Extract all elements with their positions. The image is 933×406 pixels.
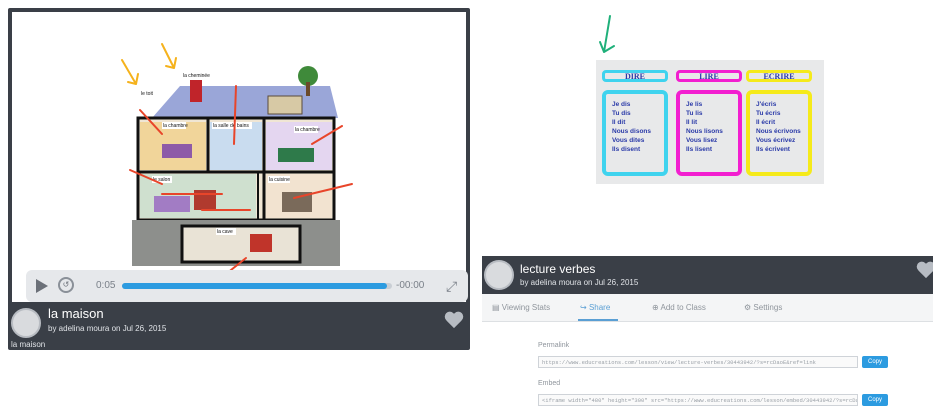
- current-time: 0:05: [96, 280, 116, 291]
- column-lire: LIRE Je lis Tu lis Il lit Nous lisons Vo…: [676, 70, 742, 176]
- lesson-title[interactable]: la maison: [48, 306, 104, 321]
- verb-line: Il lit: [686, 119, 698, 126]
- label-le-toit: le toit: [141, 91, 154, 97]
- lesson-byline: by adelina moura on Jul 26, 2015: [520, 278, 639, 287]
- verb-line: Tu lis: [686, 110, 703, 117]
- lesson-title[interactable]: lecture verbes: [520, 262, 595, 276]
- column-dire: DIRE Je dis Tu dis Il dit Nous disons Vo…: [602, 70, 668, 176]
- verb-line: Nous lisons: [686, 128, 723, 135]
- embed-field[interactable]: <iframe width="480" height="300" src="ht…: [538, 394, 858, 406]
- lesson-header: lecture verbes by adelina moura on Jul 2…: [482, 256, 933, 294]
- label-la-cuisine: la cuisine: [269, 177, 290, 183]
- fullscreen-icon[interactable]: ⤢: [446, 278, 457, 295]
- lesson-info: la maison by adelina moura on Jul 26, 20…: [8, 302, 470, 350]
- lesson-canvas: le toit la cheminée la chambre la salle …: [12, 12, 468, 302]
- verb-line: Tu écris: [756, 110, 781, 117]
- play-icon[interactable]: [36, 279, 48, 293]
- verb-line: Je dis: [612, 101, 631, 108]
- tab-share[interactable]: ↪ Share: [580, 303, 610, 312]
- head-dire: DIRE: [602, 70, 668, 82]
- permalink-field[interactable]: https://www.educreations.com/lesson/view…: [538, 356, 858, 368]
- verb-line: Je lis: [686, 101, 703, 108]
- lesson-card-lecture-verbes: lecture verbes by adelina moura on Jul 2…: [482, 256, 933, 406]
- verb-line: Tu dis: [612, 110, 631, 117]
- verb-line: Ils disent: [612, 146, 641, 153]
- verb-line: Vous lisez: [686, 137, 718, 144]
- roof-terrace: [267, 95, 303, 115]
- heart-icon[interactable]: [916, 262, 933, 280]
- avatar[interactable]: [484, 260, 514, 290]
- label-la-cave: la cave: [217, 229, 233, 235]
- green-arrow: [599, 15, 615, 53]
- head-ecrire: ECRIRE: [746, 70, 812, 82]
- copy-permalink-button[interactable]: Copy: [862, 356, 888, 368]
- heart-icon[interactable]: [444, 312, 464, 330]
- verb-line: Vous écrivez: [756, 137, 796, 144]
- lesson-byline: by adelina moura on Jul 26, 2015: [48, 324, 167, 333]
- verb-line: Ils lisent: [686, 146, 713, 153]
- progress-fill: [122, 283, 387, 289]
- column-ecrire: ECRIRE J'écris Tu écris Il écrit Nous éc…: [746, 70, 812, 176]
- verb-line: Il écrit: [756, 119, 776, 126]
- verb-line: Ils écrivent: [756, 146, 790, 153]
- lesson-card-la-maison: le toit la cheminée la chambre la salle …: [8, 8, 470, 350]
- rewind-icon[interactable]: ↺: [58, 277, 74, 293]
- label-salle-de-bains: la salle de bains: [213, 123, 249, 129]
- label-la-chambre-1: la chambre: [163, 123, 188, 129]
- chimney: [190, 80, 202, 102]
- tab-add-to-class[interactable]: ⊕ Add to Class: [652, 303, 706, 312]
- screenshot-root: le toit la cheminée la chambre la salle …: [0, 0, 933, 406]
- tab-settings[interactable]: ⚙ Settings: [744, 303, 782, 312]
- lesson-caption: la maison: [11, 340, 46, 349]
- tab-viewing-stats[interactable]: ▤ Viewing Stats: [492, 303, 550, 312]
- verb-line: Nous écrivons: [756, 128, 801, 135]
- label-la-cheminee: la cheminée: [183, 73, 210, 79]
- lesson-tabs: ▤ Viewing Stats ↪ Share ⊕ Add to Class ⚙…: [482, 294, 933, 322]
- avatar[interactable]: [11, 308, 41, 338]
- verb-line: Il dit: [612, 119, 626, 126]
- verb-line: Vous dites: [612, 137, 645, 144]
- copy-embed-button[interactable]: Copy: [862, 394, 888, 406]
- end-time: -00:00: [396, 280, 425, 291]
- permalink-label: Permalink: [538, 342, 570, 349]
- embed-label: Embed: [538, 380, 561, 387]
- verb-line: J'écris: [756, 101, 777, 108]
- active-tab-indicator: [578, 319, 618, 321]
- label-la-chambre-2: la chambre: [295, 127, 320, 133]
- roof: [152, 86, 338, 118]
- house-illustration: le toit la cheminée la chambre la salle …: [121, 43, 353, 275]
- conjugation-table-image: DIRE Je dis Tu dis Il dit Nous disons Vo…: [596, 60, 824, 184]
- head-lire: LIRE: [676, 70, 742, 82]
- cellar: [180, 224, 302, 264]
- video-player-controls: ↺ 0:05 -00:00 ⤢: [26, 270, 468, 302]
- verb-line: Nous disons: [612, 128, 652, 135]
